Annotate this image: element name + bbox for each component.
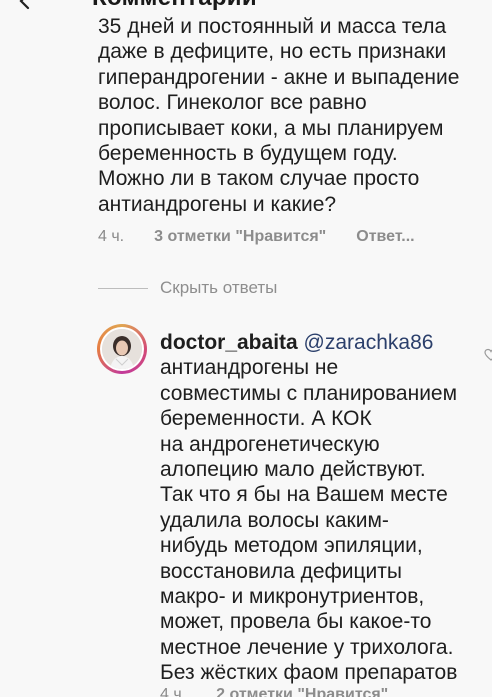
- reply-line: антиандрогены не: [160, 356, 339, 380]
- reply-username[interactable]: doctor_abaita: [160, 331, 298, 354]
- avatar-photo: [102, 329, 142, 369]
- reply-line: алопецию мало действуют.: [160, 458, 426, 482]
- comment-meta: 4 ч. 3 отметки "Нравится" Ответ...: [98, 228, 415, 246]
- reply-line: может, провела бы какое-то: [160, 610, 432, 634]
- page-title: Комментарии: [92, 0, 257, 12]
- hide-replies-toggle[interactable]: Скрыть ответы: [98, 278, 277, 298]
- avatar[interactable]: [97, 324, 147, 374]
- reply-line: удалила волосы каким-: [160, 508, 389, 532]
- reply-line: на андрогенетическую: [160, 432, 380, 456]
- comment-line: даже в дефиците, но есть признаки: [98, 40, 447, 64]
- reply-text: doctor_abaita @zarachka86 антиандрогены …: [160, 330, 480, 686]
- reply-line: беременности. А КОК: [160, 407, 372, 431]
- hide-replies-label: Скрыть ответы: [160, 278, 278, 297]
- comment-time: 4 ч.: [98, 228, 125, 245]
- reply-line: нибудь методом эпиляции,: [160, 534, 423, 558]
- comment-line: антиандрогены и какие?: [98, 192, 337, 216]
- reply-header-line: doctor_abaita @zarachka86: [160, 330, 480, 355]
- reply-line: восстановила дефициты: [160, 559, 403, 583]
- header-bar: Комментарии: [0, 0, 492, 14]
- heart-icon[interactable]: [484, 348, 492, 362]
- reply-line: Так что я бы на Вашем месте: [160, 483, 448, 507]
- reply-meta: 4 ч. 2 отметки "Нравится": [160, 686, 418, 697]
- reply-mention[interactable]: @zarachka86: [304, 331, 434, 354]
- comment-line: волос. Гинеколог все равно: [98, 91, 367, 115]
- reply-line: Без жёстких фаом препаратов: [160, 661, 458, 685]
- comments-screen: Комментарии 35 дней и постоянный и масса…: [0, 0, 492, 697]
- comment-line: 35 дней и постоянный и масса тела: [98, 15, 447, 38]
- comment-text: 35 дней и постоянный и масса тела даже в…: [98, 14, 468, 217]
- back-arrow-icon[interactable]: [16, 0, 34, 10]
- divider-line: [98, 287, 148, 289]
- reply-line: макро- и микронутриентов,: [160, 585, 425, 609]
- reply-time: 4 ч.: [160, 686, 187, 697]
- reply-likes-link[interactable]: 2 отметки "Нравится": [216, 686, 388, 697]
- comment-line: Можно ли в таком случае просто: [98, 167, 420, 191]
- comment-line: прописывает коки, а мы планируем: [98, 116, 444, 140]
- comment-line: беременность в будущем году.: [98, 142, 398, 166]
- reply-button[interactable]: Ответ...: [356, 228, 414, 246]
- comment-line: гиперандрогении - акне и выпадение: [98, 65, 460, 89]
- comment-likes-link[interactable]: 3 отметки "Нравится": [154, 228, 326, 246]
- reply-line: местное лечение у трихолога.: [160, 635, 454, 659]
- reply-line: совместимы с планированием: [160, 381, 458, 405]
